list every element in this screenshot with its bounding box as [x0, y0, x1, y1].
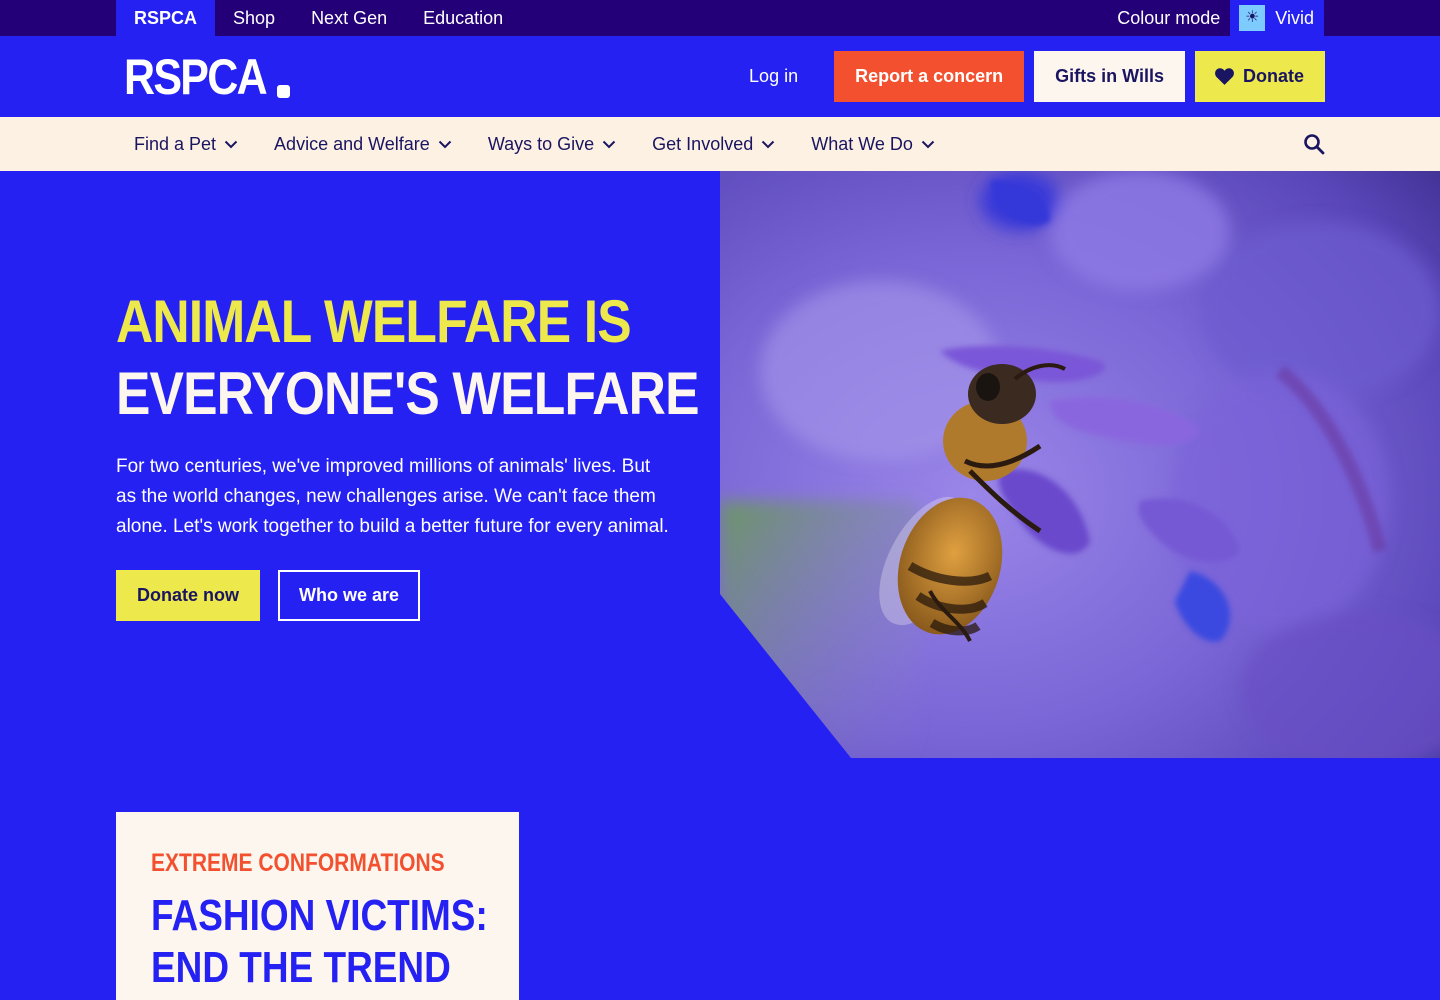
nav-items: Find a Pet Advice and Welfare Ways to Gi… [116, 117, 953, 171]
site-switcher: RSPCA Shop Next Gen Education [116, 0, 521, 36]
header-actions: Log in Report a concern Gifts in Wills D… [749, 51, 1325, 102]
logo-text: RSPCA [124, 49, 268, 105]
login-link[interactable]: Log in [749, 66, 798, 87]
feature-eyebrow: Extreme conformations [151, 849, 445, 877]
search-icon[interactable] [1302, 132, 1326, 156]
hero-title: Animal welfare is everyone's welfare [116, 286, 699, 430]
site-tab-education[interactable]: Education [405, 0, 521, 36]
nav-item-get-involved[interactable]: Get Involved [634, 134, 793, 155]
logo-dot [277, 85, 291, 98]
nav-item-label: Get Involved [652, 133, 754, 154]
heart-icon [1215, 68, 1234, 85]
nav-item-find-a-pet[interactable]: Find a Pet [116, 134, 256, 155]
chevron-down-icon [602, 140, 616, 148]
feature-card-fashion-victims[interactable]: Extreme conformations Fashion victims: E… [116, 812, 519, 1000]
chevron-down-icon [224, 140, 238, 148]
hero-bee-image [720, 171, 1440, 758]
utility-bar-inner: RSPCA Shop Next Gen Education Colour mod… [116, 0, 1324, 36]
hero-title-line-2: everyone's welfare [116, 360, 699, 427]
who-we-are-button[interactable]: Who we are [278, 570, 421, 621]
colour-mode-label: Colour mode [1117, 7, 1221, 28]
nav-item-label: Ways to Give [487, 133, 595, 154]
donate-button-label: Donate [1242, 66, 1304, 86]
site-tab-shop[interactable]: Shop [215, 0, 293, 36]
rspca-logo[interactable]: RSPCA [124, 49, 291, 105]
feature-title-line-2: End the trend [151, 943, 451, 992]
bee-flower-illustration [720, 171, 1440, 758]
main-navigation: Find a Pet Advice and Welfare Ways to Gi… [0, 117, 1440, 171]
hero-copy: Animal welfare is everyone's welfare For… [116, 286, 699, 621]
nav-item-advice-and-welfare[interactable]: Advice and Welfare [256, 134, 470, 155]
nav-item-what-we-do[interactable]: What We Do [793, 134, 953, 155]
utility-bar: RSPCA Shop Next Gen Education Colour mod… [0, 0, 1440, 36]
nav-item-label: Advice and Welfare [274, 133, 430, 154]
donate-now-button[interactable]: Donate now [116, 570, 260, 621]
site-tab-next-gen[interactable]: Next Gen [293, 0, 405, 36]
chevron-down-icon [921, 140, 935, 148]
colour-mode: Colour mode ☀ Vivid [1117, 0, 1324, 36]
sun-icon: ☀ [1239, 5, 1266, 31]
hero-description: For two centuries, we've improved millio… [116, 456, 669, 537]
chevron-down-icon [438, 140, 452, 148]
nav-item-ways-to-give[interactable]: Ways to Give [470, 134, 634, 155]
nav-item-label: Find a Pet [134, 133, 217, 154]
site-header: RSPCA Log in Report a concern Gifts in W… [0, 36, 1440, 117]
donate-button[interactable]: Donate [1194, 51, 1325, 102]
chevron-down-icon [762, 140, 775, 148]
nav-item-label: What We Do [811, 133, 913, 154]
report-concern-button[interactable]: Report a concern [834, 51, 1025, 102]
colour-mode-toggle[interactable]: ☀ Vivid [1230, 0, 1324, 36]
hero-buttons: Donate now Who we are [116, 570, 696, 621]
feature-title-line-1: Fashion victims: [151, 891, 488, 940]
colour-mode-value: Vivid [1275, 7, 1314, 28]
site-tab-rspca[interactable]: RSPCA [116, 0, 216, 36]
feature-title: Fashion victims: End the trend [151, 890, 488, 994]
hero-title-line-1: Animal welfare is [116, 288, 632, 355]
gifts-in-wills-button[interactable]: Gifts in Wills [1034, 51, 1185, 102]
